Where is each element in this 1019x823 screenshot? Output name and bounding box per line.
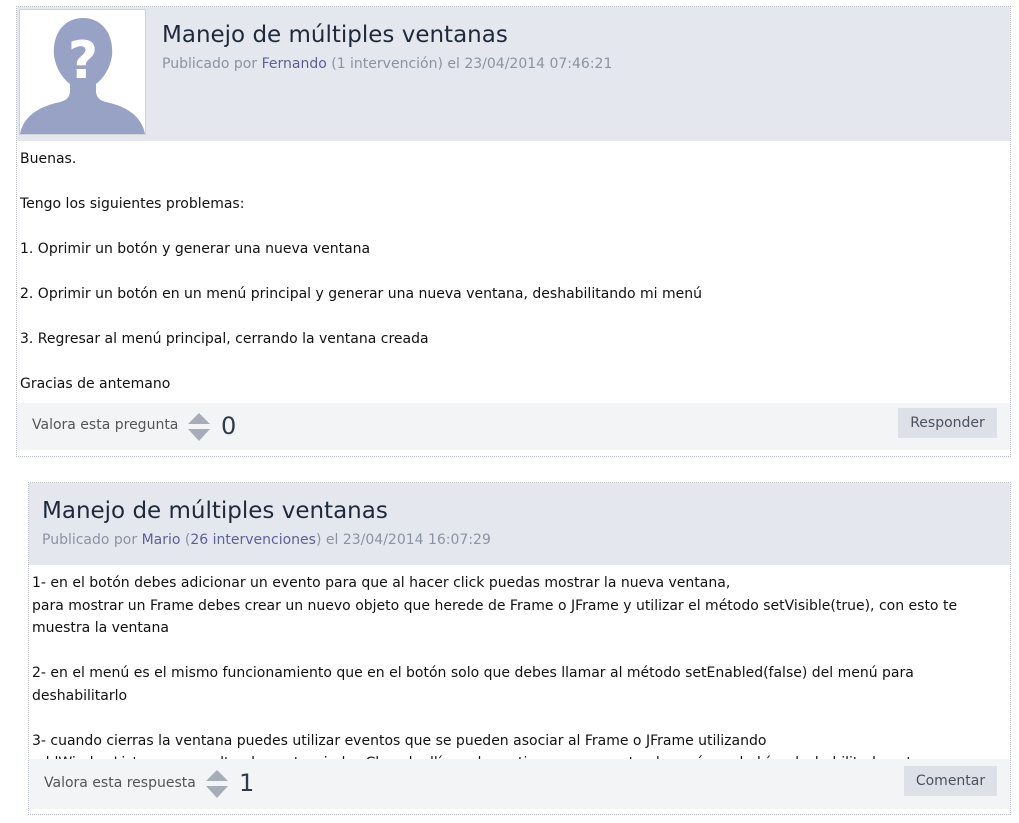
question-post: ? Manejo de múltiples ventanas Publicado…: [16, 6, 1011, 457]
comment-button[interactable]: Comentar: [904, 766, 997, 796]
unknown-user-icon: ?: [20, 10, 145, 134]
vote-score: 1: [239, 769, 255, 797]
post-body: 1- en el botón debes adicionar un evento…: [32, 572, 1007, 775]
body-paragraph: 3- cuando cierras la ventana puedes util…: [32, 732, 767, 749]
body-paragraph: 3. Regresar al menú principal, cerrando …: [20, 331, 429, 347]
post-date: el 23/04/2014 16:07:29: [325, 532, 491, 548]
post-meta: Publicado por Fernando (1 intervención) …: [162, 56, 612, 72]
question-header: ? Manejo de múltiples ventanas Publicado…: [17, 7, 1010, 141]
meta-count-close: ): [437, 56, 443, 72]
user-avatar[interactable]: ?: [19, 9, 146, 135]
author-link[interactable]: Fernando: [262, 56, 327, 72]
intervention-count-link[interactable]: 26 intervenciones: [190, 532, 316, 548]
body-paragraph: 1- en el botón debes adicionar un evento…: [32, 575, 731, 591]
post-date: el 23/04/2014 07:46:21: [447, 56, 613, 72]
meta-prefix: Publicado por: [162, 56, 258, 72]
body-paragraph: Gracias de antemano: [20, 376, 171, 392]
author-link[interactable]: Mario: [142, 532, 181, 548]
vote-score: 0: [221, 412, 237, 440]
post-title: Manejo de múltiples ventanas: [42, 498, 388, 524]
meta-count-close: ): [315, 532, 322, 548]
rate-label: Valora esta pregunta: [32, 417, 179, 433]
rate-label: Valora esta respuesta: [44, 775, 196, 791]
body-paragraph: 2- en el menú es el mismo funcionamiento…: [32, 665, 914, 704]
meta-prefix: Publicado por: [42, 532, 138, 548]
post-title: Manejo de múltiples ventanas: [162, 22, 508, 48]
body-paragraph: Buenas.: [20, 151, 77, 167]
reply-button[interactable]: Responder: [898, 408, 997, 438]
post-footer: Valora esta respuesta 1 Comentar: [29, 759, 1010, 809]
post-meta: Publicado por Mario (26 intervenciones) …: [42, 532, 491, 548]
vote-up-down-icon[interactable]: [205, 769, 229, 799]
intervention-count: 1 intervención: [336, 56, 438, 72]
body-paragraph: 1. Oprimir un botón y generar una nueva …: [20, 241, 371, 257]
body-paragraph: Tengo los siguientes problemas:: [20, 196, 245, 212]
body-paragraph: para mostrar un Frame debes crear un nue…: [32, 597, 958, 637]
answer-header: Manejo de múltiples ventanas Publicado p…: [29, 483, 1010, 565]
svg-text:?: ?: [68, 31, 98, 91]
post-body: Buenas. Tengo los siguientes problemas: 1.…: [20, 148, 1000, 396]
vote-up-down-icon[interactable]: [187, 412, 211, 442]
post-footer: Valora esta pregunta 0 Responder: [17, 403, 1010, 450]
answer-post: Manejo de múltiples ventanas Publicado p…: [28, 482, 1011, 815]
body-paragraph: 2. Oprimir un botón en un menú principal…: [20, 286, 703, 302]
